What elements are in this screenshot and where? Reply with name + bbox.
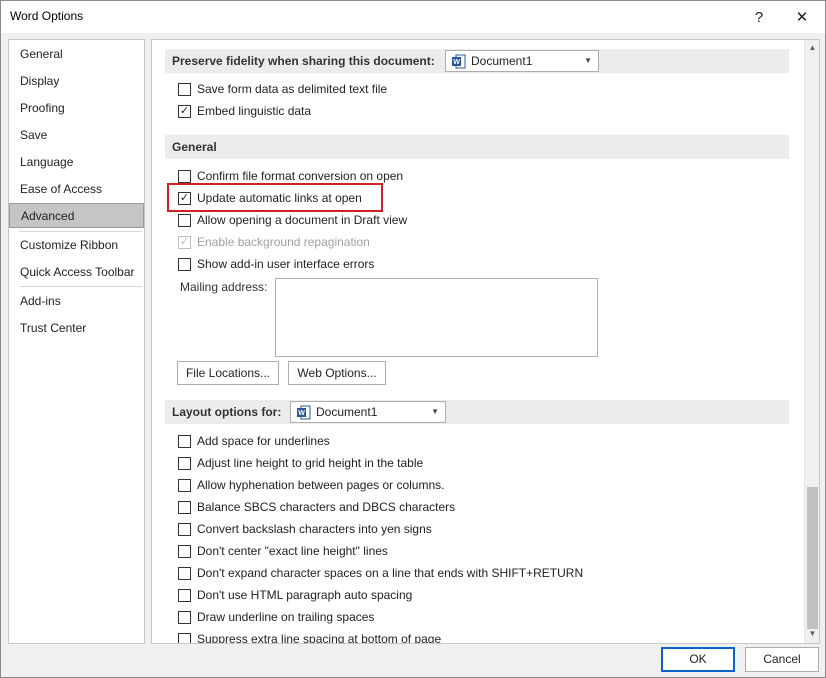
nav-item-quick-access-toolbar[interactable]: Quick Access Toolbar — [9, 260, 144, 285]
checkbox[interactable] — [178, 457, 191, 470]
preserve-fidelity-heading: Preserve fidelity when sharing this docu… — [172, 54, 435, 68]
checkbox[interactable] — [178, 523, 191, 536]
checkbox[interactable] — [178, 214, 191, 227]
option-label: Add space for underlines — [197, 434, 330, 448]
checkbox[interactable] — [178, 589, 191, 602]
checkbox[interactable] — [178, 258, 191, 271]
help-icon: ? — [754, 8, 764, 26]
nav-item-trust-center[interactable]: Trust Center — [9, 316, 144, 341]
preserve-document-dropdown[interactable]: W Document1 ▼ — [445, 50, 599, 72]
checkbox[interactable] — [178, 633, 191, 643]
layout-document-value: Document1 — [316, 405, 378, 419]
word-document-icon: W — [452, 54, 466, 69]
layout-options-header: Layout options for: W Document1 ▼ — [165, 400, 789, 424]
window-title: Word Options — [10, 9, 84, 23]
option-label: Don't expand character spaces on a line … — [197, 566, 584, 580]
preserve-fidelity-header: Preserve fidelity when sharing this docu… — [165, 49, 789, 73]
option-label: Suppress extra line spacing at bottom of… — [197, 632, 442, 644]
option-label: Show add-in user interface errors — [197, 257, 375, 271]
svg-text:W: W — [298, 410, 305, 417]
chevron-down-icon: ▼ — [431, 407, 439, 416]
general-section-header: General — [165, 135, 789, 159]
svg-text:W: W — [453, 59, 460, 66]
nav-item-save[interactable]: Save — [9, 123, 144, 148]
checkbox[interactable] — [178, 501, 191, 514]
option-label: Allow opening a document in Draft view — [197, 213, 408, 227]
highlight-box — [167, 183, 383, 212]
word-options-dialog: Word Options ? ✕ General Display Proofin… — [0, 0, 826, 678]
scroll-up-icon[interactable]: ▲ — [805, 40, 819, 56]
nav-item-customize-ribbon[interactable]: Customize Ribbon — [9, 233, 144, 258]
help-button[interactable]: ? — [738, 1, 780, 33]
nav-item-general[interactable]: General — [9, 42, 144, 67]
mailing-address-label: Mailing address: — [180, 280, 268, 294]
checkbox[interactable] — [178, 545, 191, 558]
nav-item-proofing[interactable]: Proofing — [9, 96, 144, 121]
preserve-document-value: Document1 — [471, 54, 533, 68]
checkbox[interactable] — [178, 611, 191, 624]
title-bar: Word Options ? ✕ — [1, 1, 825, 33]
close-button[interactable]: ✕ — [781, 1, 823, 33]
ok-button[interactable]: OK — [661, 647, 735, 672]
vertical-scrollbar[interactable]: ▲ ▼ — [804, 40, 819, 643]
option-label: Adjust line height to grid height in the… — [197, 456, 424, 470]
nav-item-ease-of-access[interactable]: Ease of Access — [9, 177, 144, 202]
layout-options-heading: Layout options for: — [172, 405, 282, 419]
chevron-down-icon: ▼ — [584, 56, 592, 65]
nav-item-advanced[interactable]: Advanced — [9, 203, 144, 228]
word-document-icon: W — [297, 405, 311, 420]
web-options-button[interactable]: Web Options... — [288, 361, 386, 385]
nav-item-add-ins[interactable]: Add-ins — [9, 289, 144, 314]
option-label: Balance SBCS characters and DBCS charact… — [197, 500, 456, 514]
checkbox[interactable] — [178, 170, 191, 183]
advanced-options-pane: Preserve fidelity when sharing this docu… — [151, 39, 820, 644]
option-label: Confirm file format conversion on open — [197, 169, 404, 183]
nav-separator — [19, 231, 142, 232]
options-category-nav: General Display Proofing Save Language E… — [8, 39, 145, 644]
general-heading: General — [172, 140, 217, 154]
checkbox[interactable] — [178, 435, 191, 448]
checkbox-checked-disabled: ✓ — [178, 236, 191, 249]
option-label: Convert backslash characters into yen si… — [197, 522, 432, 536]
option-label: Don't center "exact line height" lines — [197, 544, 388, 558]
scroll-down-icon[interactable]: ▼ — [805, 626, 819, 642]
option-label: Save form data as delimited text file — [197, 82, 388, 96]
checkbox[interactable] — [178, 83, 191, 96]
nav-separator — [19, 286, 142, 287]
option-label: Embed linguistic data — [197, 104, 312, 118]
mailing-address-field[interactable] — [275, 278, 598, 357]
checkbox-checked[interactable]: ✓ — [178, 105, 191, 118]
option-label: Enable background repagination — [197, 235, 370, 249]
nav-item-language[interactable]: Language — [9, 150, 144, 175]
close-icon: ✕ — [795, 9, 809, 26]
checkbox[interactable] — [178, 567, 191, 580]
cancel-button[interactable]: Cancel — [745, 647, 819, 672]
file-locations-button[interactable]: File Locations... — [177, 361, 279, 385]
checkbox[interactable] — [178, 479, 191, 492]
option-label: Draw underline on trailing spaces — [197, 610, 375, 624]
layout-document-dropdown[interactable]: W Document1 ▼ — [290, 401, 446, 423]
nav-item-display[interactable]: Display — [9, 69, 144, 94]
option-label: Don't use HTML paragraph auto spacing — [197, 588, 413, 602]
scrollbar-thumb[interactable] — [807, 487, 818, 629]
option-label: Allow hyphenation between pages or colum… — [197, 478, 445, 492]
